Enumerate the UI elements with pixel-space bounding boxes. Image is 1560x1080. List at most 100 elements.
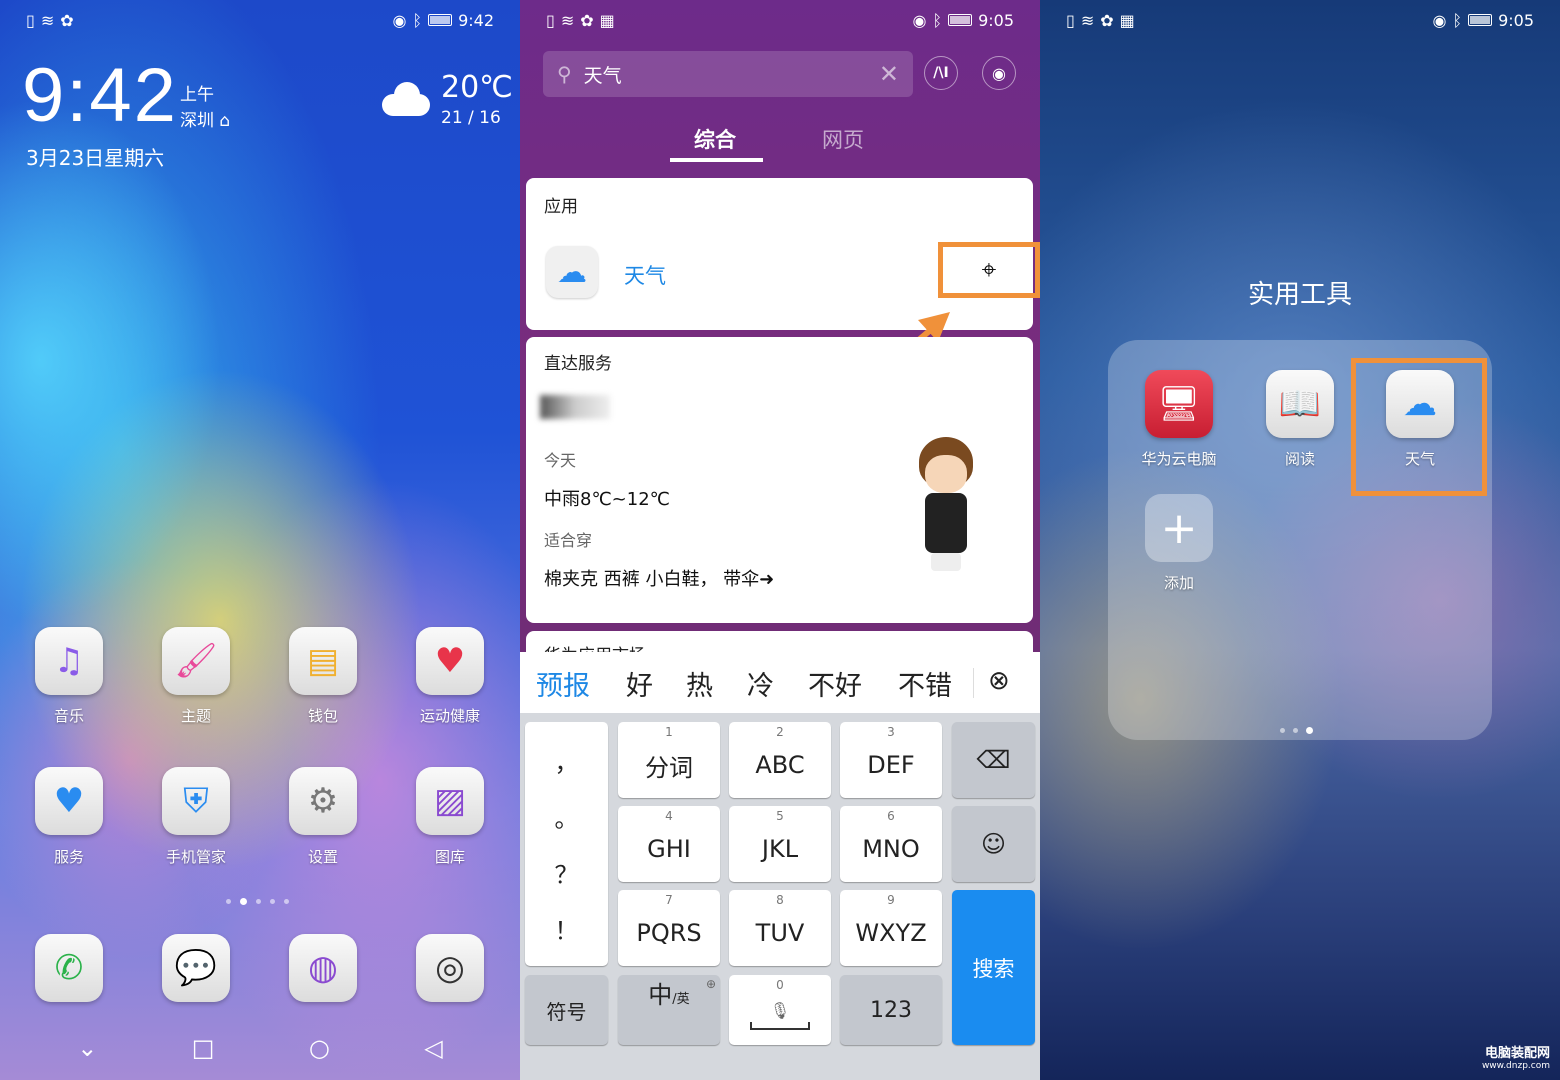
pin-location-icon[interactable]: ⌖ <box>938 242 1040 298</box>
battery-icon <box>1468 14 1493 26</box>
city[interactable]: 深圳 ⌂ <box>180 106 230 131</box>
page-dot-active[interactable] <box>240 898 247 905</box>
question-mark[interactable]: ？ <box>555 855 579 890</box>
microphone-icon: 🎙 <box>769 1000 791 1020</box>
t9-key-9[interactable]: 9 WXYZ <box>840 890 942 966</box>
candidate-word[interactable]: 冷 <box>747 664 774 703</box>
battery-icon <box>428 14 453 26</box>
divider <box>973 668 974 698</box>
gear-icon[interactable]: ⚙ <box>289 767 357 835</box>
wear-text[interactable]: 棉夹克 西裤 小白鞋， 带伞➜ <box>544 565 774 591</box>
app-label: 手机管家 <box>165 848 226 866</box>
clear-icon[interactable]: ✕ <box>879 60 899 88</box>
theme-brush-icon[interactable]: 🖌 <box>162 627 230 695</box>
candidate-word[interactable]: 好 <box>626 664 653 703</box>
phone-icon[interactable]: ✆ <box>35 934 103 1002</box>
chevron-down-icon[interactable]: ⌄ <box>77 1034 97 1062</box>
punctuation-key[interactable]: ， 。 ？ ！ <box>525 722 608 966</box>
t9-key-3[interactable]: 3 DEF <box>840 722 942 798</box>
camera-icon[interactable]: ◎ <box>416 934 484 1002</box>
scan-eye-icon[interactable]: ◉ <box>982 56 1016 90</box>
clock: 9:42 <box>22 53 178 138</box>
sim-alert-icon: ▯ <box>1066 10 1075 30</box>
temperature: 20℃ <box>441 70 513 105</box>
page-dot[interactable] <box>256 899 261 904</box>
globe-icon: ⊕ <box>705 977 716 991</box>
browser-icon[interactable]: ◍ <box>289 934 357 1002</box>
wallet-icon[interactable]: ▤ <box>289 627 357 695</box>
page-dot[interactable] <box>284 899 289 904</box>
gallery-icon[interactable]: ▨ <box>416 767 484 835</box>
t9-key-7[interactable]: 7 PQRS <box>618 890 720 966</box>
close-candidates-icon[interactable]: ⊗ <box>988 666 1010 696</box>
lang-main: 中 <box>648 981 673 1009</box>
weather-app-icon[interactable]: ☁ <box>546 246 598 298</box>
t9-key-5[interactable]: 5 JKL <box>729 806 831 882</box>
page-dot[interactable] <box>270 899 275 904</box>
t9-key-4[interactable]: 4 GHI <box>618 806 720 882</box>
music-icon[interactable]: ♫ <box>35 627 103 695</box>
weather-app-name[interactable]: 天气 <box>624 260 666 290</box>
key-number: 4 <box>665 809 673 823</box>
home-circle-icon[interactable]: ○ <box>309 1034 330 1062</box>
key-letters: PQRS <box>636 919 702 947</box>
search-input[interactable]: ⚲ 天气 ✕ <box>543 51 913 97</box>
language-switch-key[interactable]: 中/英 ⊕ <box>618 975 720 1045</box>
key-letters: DEF <box>867 751 915 779</box>
key-letters: TUV <box>755 919 805 947</box>
tab-comprehensive[interactable]: 综合 <box>668 124 762 154</box>
service-heart-hand-icon[interactable]: ♥ <box>35 767 103 835</box>
period[interactable]: 。 <box>555 799 579 834</box>
blurred-logo <box>540 395 610 419</box>
page-dot-active[interactable] <box>1306 727 1313 734</box>
candidate-word[interactable]: 热 <box>686 664 713 703</box>
bluetooth-icon: ᛒ <box>1452 10 1463 30</box>
message-icon[interactable]: 💬 <box>162 934 230 1002</box>
back-triangle-icon[interactable]: ◁ <box>424 1034 442 1062</box>
calendar-icon: ▦ <box>599 10 615 30</box>
app-label: 华为云电脑 <box>1141 450 1217 468</box>
watermark: 电脑装配网 www.dnzp.com <box>1482 1042 1550 1071</box>
numbers-key[interactable]: 123 <box>840 975 942 1045</box>
ai-lens-icon[interactable]: /\I <box>924 56 958 90</box>
space-key[interactable]: 0 🎙 <box>729 975 831 1045</box>
navigation-bar: ⌄ □ ○ ◁ <box>0 1034 520 1062</box>
key-number: 0 <box>776 978 784 992</box>
folder-screen: ▯ ≋ ✿ ▦ ◉ ᛒ 9:05 实用工具 🖥 华为云电脑 📖 阅读 ☁ 天气 + 添加 … <box>1040 0 1560 1080</box>
book-icon[interactable]: 📖 <box>1266 370 1334 438</box>
page-dot[interactable] <box>1280 728 1285 733</box>
bluetooth-icon: ᛒ <box>932 10 943 30</box>
candidate-word[interactable]: 不好 <box>808 664 862 703</box>
app-label: 主题 <box>180 707 211 725</box>
candidate-word[interactable]: 不错 <box>898 664 952 703</box>
folder-page-indicator <box>1280 727 1313 734</box>
symbol-key[interactable]: 符号 <box>525 975 608 1045</box>
emoji-key[interactable]: ☺ <box>952 806 1035 882</box>
page-indicator <box>226 898 289 905</box>
candidate-word[interactable]: 预报 <box>536 664 590 703</box>
t9-key-1[interactable]: 1 分词 <box>618 722 720 798</box>
t9-key-8[interactable]: 8 TUV <box>729 890 831 966</box>
shield-icon[interactable]: ⛨ <box>162 767 230 835</box>
folder-title[interactable]: 实用工具 <box>1040 274 1560 311</box>
backspace-key[interactable]: ⌫ <box>952 722 1035 798</box>
health-heart-icon[interactable]: ♥ <box>416 627 484 695</box>
t9-key-2[interactable]: 2 ABC <box>729 722 831 798</box>
page-dot[interactable] <box>1293 728 1298 733</box>
comma[interactable]: ， <box>555 743 579 778</box>
t9-key-6[interactable]: 6 MNO <box>840 806 942 882</box>
recents-square-icon[interactable]: □ <box>192 1034 215 1062</box>
page-dot[interactable] <box>226 899 231 904</box>
key-number: 1 <box>665 725 673 739</box>
status-bar: ▯ ≋ ✿ ◉ ᛒ 9:42 <box>26 8 494 32</box>
exclamation-mark[interactable]: ！ <box>555 911 579 946</box>
date: 3月23日星期六 <box>26 146 165 170</box>
search-key[interactable]: 搜索 <box>952 890 1035 1045</box>
tab-web[interactable]: 网页 <box>800 124 886 154</box>
plus-icon[interactable]: + <box>1145 494 1213 562</box>
backspace-icon: ⌫ <box>976 746 1011 774</box>
temp-range: 21 / 16 <box>441 108 501 128</box>
key-letters: 分词 <box>645 753 693 782</box>
cloud-pc-icon[interactable]: 🖥 <box>1145 370 1213 438</box>
direct-service-card[interactable]: 直达服务 今天 中雨8℃~12℃ 适合穿 棉夹克 西裤 小白鞋， 带伞➜ <box>526 337 1033 623</box>
